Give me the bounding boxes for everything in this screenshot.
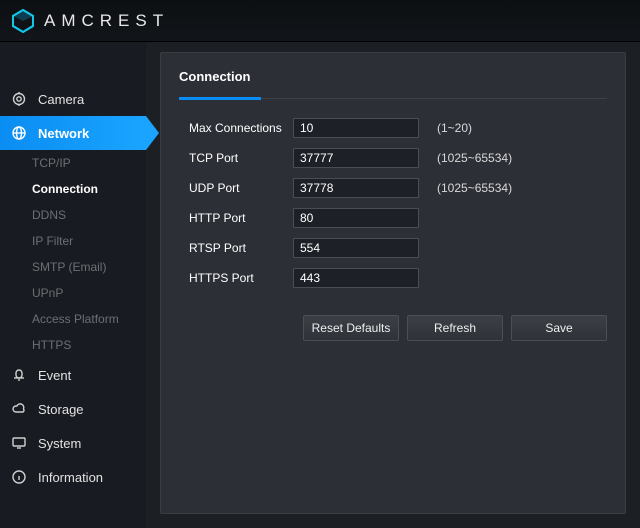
brand-logo: AMCREST xyxy=(10,8,169,34)
row-rtsp-port: RTSP Port xyxy=(189,237,607,259)
bell-icon xyxy=(10,366,28,384)
monitor-icon xyxy=(10,434,28,452)
label-rtsp-port: RTSP Port xyxy=(189,241,293,255)
panel-title: Connection xyxy=(179,65,607,98)
input-https-port[interactable] xyxy=(293,268,419,288)
row-tcp-port: TCP Port (1025~65534) xyxy=(189,147,607,169)
input-tcp-port[interactable] xyxy=(293,148,419,168)
sidebar: Camera Network TCP/IP Connection DDNS IP… xyxy=(0,42,146,528)
hint-tcp-port: (1025~65534) xyxy=(437,151,512,165)
sidebar-label: Event xyxy=(38,368,71,383)
label-https-port: HTTPS Port xyxy=(189,271,293,285)
button-row: Reset Defaults Refresh Save xyxy=(189,315,607,341)
subnav-connection[interactable]: Connection xyxy=(32,182,146,196)
reset-defaults-button[interactable]: Reset Defaults xyxy=(303,315,399,341)
sidebar-item-camera[interactable]: Camera xyxy=(0,82,146,116)
connection-panel: Connection Max Connections (1~20) TCP Po… xyxy=(160,52,626,514)
header: AMCREST xyxy=(0,0,640,42)
refresh-button[interactable]: Refresh xyxy=(407,315,503,341)
globe-icon xyxy=(10,124,28,142)
subnav-ip-filter[interactable]: IP Filter xyxy=(32,234,146,248)
sidebar-label: Network xyxy=(38,126,89,141)
camera-icon xyxy=(10,90,28,108)
sidebar-label: Camera xyxy=(38,92,84,107)
save-button[interactable]: Save xyxy=(511,315,607,341)
subnav-https[interactable]: HTTPS xyxy=(32,338,146,352)
input-rtsp-port[interactable] xyxy=(293,238,419,258)
subnav-smtp[interactable]: SMTP (Email) xyxy=(32,260,146,274)
sidebar-label: System xyxy=(38,436,81,451)
hint-udp-port: (1025~65534) xyxy=(437,181,512,195)
input-http-port[interactable] xyxy=(293,208,419,228)
label-tcp-port: TCP Port xyxy=(189,151,293,165)
label-udp-port: UDP Port xyxy=(189,181,293,195)
subnav-ddns[interactable]: DDNS xyxy=(32,208,146,222)
row-https-port: HTTPS Port xyxy=(189,267,607,289)
info-icon xyxy=(10,468,28,486)
sidebar-item-system[interactable]: System xyxy=(0,426,146,460)
input-max-connections[interactable] xyxy=(293,118,419,138)
connection-form: Max Connections (1~20) TCP Port (1025~65… xyxy=(179,117,607,341)
hint-max-connections: (1~20) xyxy=(437,121,472,135)
subnav-access-platform[interactable]: Access Platform xyxy=(32,312,146,326)
cloud-icon xyxy=(10,400,28,418)
sidebar-item-event[interactable]: Event xyxy=(0,358,146,392)
input-udp-port[interactable] xyxy=(293,178,419,198)
row-max-connections: Max Connections (1~20) xyxy=(189,117,607,139)
sidebar-label: Storage xyxy=(38,402,84,417)
brand-hexagon-icon xyxy=(10,8,36,34)
sidebar-item-network[interactable]: Network xyxy=(0,116,146,150)
label-max-connections: Max Connections xyxy=(189,121,293,135)
brand-name: AMCREST xyxy=(44,11,169,31)
sidebar-label: Information xyxy=(38,470,103,485)
subnav-tcpip[interactable]: TCP/IP xyxy=(32,156,146,170)
panel-title-underline xyxy=(179,98,607,99)
subnav-upnp[interactable]: UPnP xyxy=(32,286,146,300)
sidebar-item-information[interactable]: Information xyxy=(0,460,146,494)
row-udp-port: UDP Port (1025~65534) xyxy=(189,177,607,199)
sidebar-subnav-network: TCP/IP Connection DDNS IP Filter SMTP (E… xyxy=(0,150,146,358)
row-http-port: HTTP Port xyxy=(189,207,607,229)
sidebar-item-storage[interactable]: Storage xyxy=(0,392,146,426)
main-content: Connection Max Connections (1~20) TCP Po… xyxy=(146,42,640,528)
label-http-port: HTTP Port xyxy=(189,211,293,225)
